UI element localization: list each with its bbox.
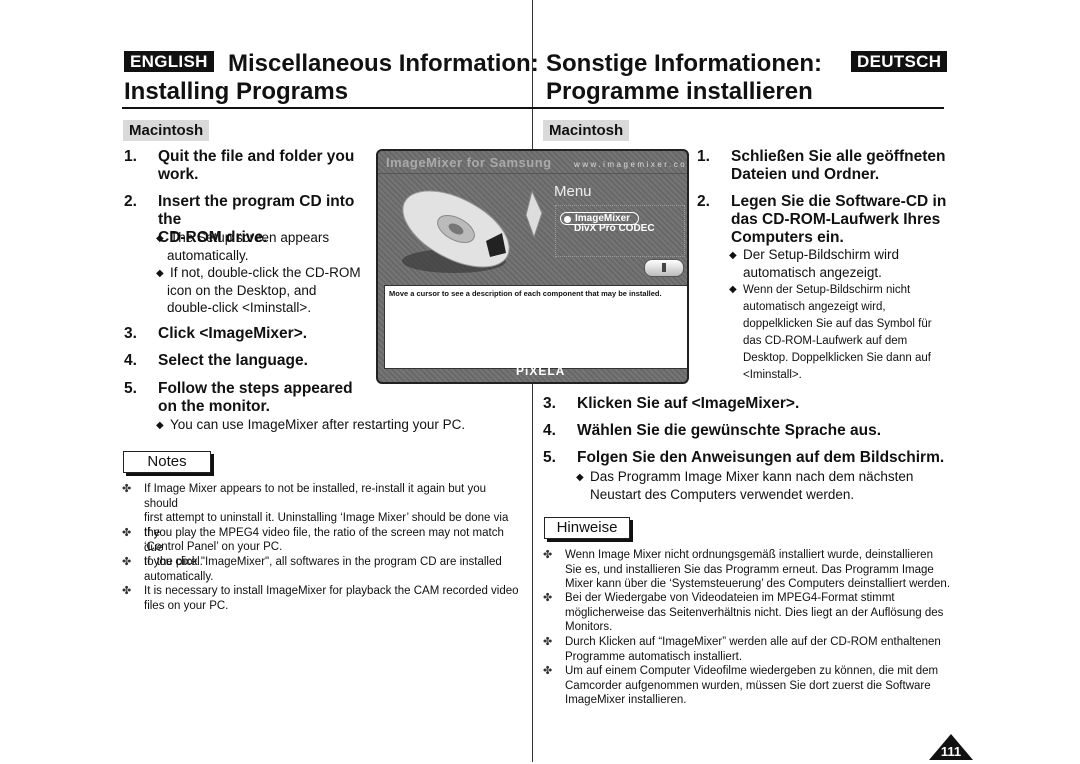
de-title-line1: Sonstige Informationen: [546,50,822,77]
description-panel: Move a cursor to see a description of ea… [384,285,687,369]
note-text: It is necessary to install ImageMixer fo… [144,585,519,612]
selected-dot-icon [564,216,571,223]
step-number: 1. [697,148,710,165]
step-number: 5. [543,449,556,466]
note-text: Um auf einem Computer Videofilme wiederg… [565,665,939,706]
de-section-tag: Macintosh [543,120,630,141]
diamond-bullet-icon: ◆ [576,472,584,483]
title-bar-rule [378,173,687,174]
header-rule [122,107,944,109]
clover-bullet-icon: ✤ [543,549,553,561]
note-text: Durch Klicken auf “ImageMixer” werden al… [565,636,941,663]
step-number: 4. [124,352,137,369]
notes-label-box: Notes [123,451,211,473]
de-title-line2: Programme installieren [546,78,813,105]
diamond-bullet-icon: ◆ [156,420,164,431]
en-step-1: 1. Quit the file and folder you work. [124,148,364,184]
de-note-2: ✤ Bei der Wiedergabe von Videodateien im… [543,591,953,635]
step-text: Schließen Sie alle geöffneten Dateien und… [731,148,946,183]
diamond-bullet-icon: ◆ [156,233,164,244]
en-step-2-bullet-1: ◆ The Setup screen appears automatically. [156,230,330,263]
step-number: 4. [543,422,556,439]
clover-bullet-icon: ✤ [122,483,132,495]
step-number: 3. [124,325,137,342]
step-number: 3. [543,395,556,412]
en-step-5-bullet-1: ◆ You can use ImageMixer after restarting… [156,417,466,432]
page-number: 111 [940,744,962,759]
de-note-3: ✤ Durch Klicken auf “ImageMixer” werden … [543,635,953,665]
en-step-3: 3. Click <ImageMixer>. [124,325,364,343]
de-step-3: 3. Klicken Sie auf <ImageMixer>. [543,395,923,413]
menu-item-divx[interactable]: DivX Pro CODEC [574,223,655,234]
note-text: If you click "ImageMixer", all softwares… [144,556,502,583]
en-note-2: ✤ If you play the MPEG4 video file, the … [122,526,522,568]
step-text: Legen Sie die Software-CD in das CD-ROM-L… [731,193,947,246]
en-note-1: ✤ If Image Mixer appears to not be insta… [122,482,522,553]
de-step-2: 2. Legen Sie die Software-CD in das CD-RO… [697,193,957,247]
clover-bullet-icon: ✤ [122,527,132,539]
en-title-line1: Miscellaneous Information: [228,50,539,77]
en-section-tag: Macintosh [123,120,210,141]
diamond-bullet-icon: ◆ [729,250,737,261]
screenshot-url: www.imagemixer.com [574,160,689,169]
imagemixer-setup-screenshot: ImageMixer for Samsung www.imagemixer.co… [376,149,689,384]
menu-title: Menu [554,183,592,200]
clover-bullet-icon: ✤ [122,556,132,568]
diamond-bullet-icon: ◆ [156,268,164,279]
step-text: Wählen Sie die gewünschte Sprache aus. [577,422,882,439]
en-step-5: 5. Follow the steps appeared on the monit… [124,380,364,416]
step-text: Click <ImageMixer>. [158,325,308,342]
de-step-2-bullet-1: ◆ Der Setup-Bildschirm wird automatisch a… [729,247,900,280]
step-text: Quit the file and folder you work. [158,148,355,183]
step-text: Klicken Sie auf <ImageMixer>. [577,395,800,412]
pixela-logo: PiXELA [516,364,566,378]
de-note-1: ✤ Wenn Image Mixer nicht ordnungsgemäß i… [543,548,953,592]
de-note-4: ✤ Um auf einem Computer Videofilme wiede… [543,664,953,708]
cd-disc-icon [402,190,510,273]
door-icon [662,263,666,272]
description-text: Move a cursor to see a description of ea… [389,289,662,298]
diamond-bullet-icon: ◆ [729,284,737,295]
hinweise-label-box: Hinweise [544,517,630,539]
de-step-4: 4. Wählen Sie die gewünschte Sprache aus… [543,422,923,440]
note-text: Wenn Image Mixer nicht ordnungsgemäß ins… [565,549,951,590]
step-number: 1. [124,148,137,165]
clover-bullet-icon: ✤ [543,636,553,648]
de-step-2-bullet-2: ◆ Wenn der Setup-Bildschirm nicht automat… [729,281,949,384]
cd-case-icon [525,191,543,239]
clover-bullet-icon: ✤ [122,585,132,597]
clover-bullet-icon: ✤ [543,592,553,604]
en-note-3: ✤ If you click "ImageMixer", all softwar… [122,555,522,585]
en-title-line2: Installing Programs [124,78,349,105]
step-text: Follow the steps appeared on the monitor. [158,380,353,415]
step-number: 2. [697,193,710,210]
english-badge: ENGLISH [124,51,214,72]
step-number: 5. [124,380,137,397]
deutsch-badge: DEUTSCH [851,51,948,72]
quit-button[interactable] [644,259,684,277]
de-step-1: 1. Schließen Sie alle geöffneten Dateien … [697,148,957,184]
step-text: Select the language. [158,352,308,369]
step-text: Folgen Sie den Anweisungen auf dem Bilds… [577,449,945,466]
de-step-5: 5. Folgen Sie den Anweisungen auf dem Bi… [543,449,945,467]
en-note-4: ✤ It is necessary to install ImageMixer … [122,584,522,614]
step-number: 2. [124,193,137,210]
en-step-2: 2. Insert the program CD into the CD-ROM … [124,193,374,246]
en-step-2-bullet-2: ◆ If not, double-click the CD-ROM icon on… [156,265,361,315]
clover-bullet-icon: ✤ [543,665,553,677]
en-step-4: 4. Select the language. [124,352,364,370]
note-text: Bei der Wiedergabe von Videodateien im M… [565,592,944,633]
de-step-5-bullet-1: ◆ Das Programm Image Mixer kann nach dem … [576,469,914,502]
screenshot-title: ImageMixer for Samsung [386,155,552,170]
